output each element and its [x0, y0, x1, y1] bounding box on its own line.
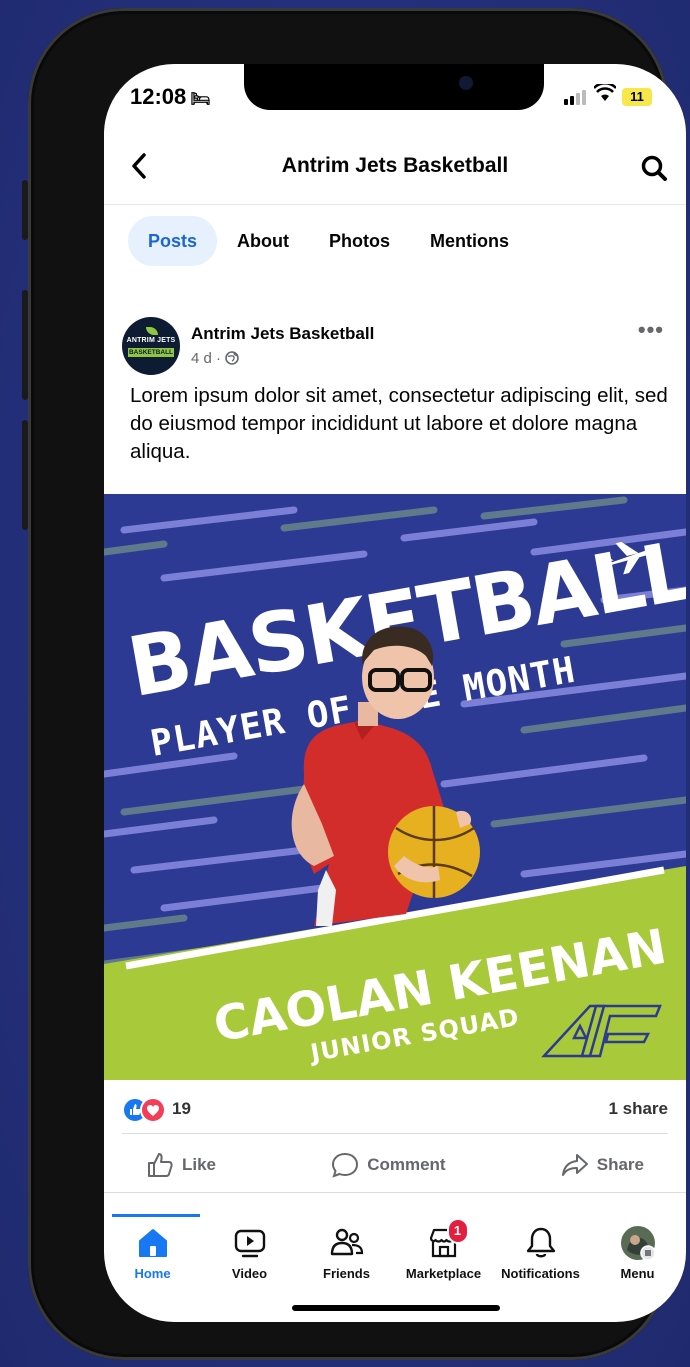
top-nav: Antrim Jets Basketball	[104, 128, 686, 205]
nav-marketplace[interactable]: 1 Marketplace	[396, 1216, 492, 1296]
bell-icon	[526, 1227, 555, 1258]
reaction-summary[interactable]: 19 1 share	[122, 1095, 668, 1123]
bed-icon: 🛏	[190, 91, 211, 108]
tab-posts[interactable]: Posts	[128, 216, 218, 266]
home-indicator	[292, 1305, 500, 1311]
post-age: 4 d ·	[191, 350, 226, 367]
comment-label: Comment	[367, 1155, 446, 1174]
tab-mentions[interactable]: Mentions	[410, 216, 529, 266]
nav-video[interactable]: Video	[202, 1216, 298, 1296]
nav-marketplace-label: Marketplace	[405, 1266, 482, 1281]
phone-screen: 12:08 🛏 11 Antrim Jets Basketball Posts A…	[104, 64, 686, 1322]
nav-home-label: Home	[134, 1266, 171, 1281]
post-image[interactable]: BASKETBALL PLAYER OF THE MONTH	[104, 494, 686, 1080]
nav-home[interactable]: Home	[105, 1216, 201, 1296]
share-count[interactable]: 1 share	[608, 1099, 668, 1119]
divider	[104, 1192, 686, 1193]
avatar-text-top: ANTRIM JETS	[126, 337, 176, 344]
nav-notifications[interactable]: Notifications	[493, 1216, 589, 1296]
page-tabs: Posts About Photos Mentions	[128, 216, 529, 266]
share-button[interactable]: Share	[537, 1140, 668, 1190]
nav-menu[interactable]: Menu	[590, 1216, 686, 1296]
nav-menu-label: Menu	[620, 1266, 655, 1281]
bottom-nav: Home Video Friends 1 Marketplace Notific…	[104, 1216, 686, 1296]
menu-avatar	[620, 1226, 656, 1261]
status-time: 12:08 🛏	[130, 84, 211, 110]
globe-icon	[225, 351, 239, 365]
profile-avatar-icon	[620, 1226, 656, 1261]
more-options-button[interactable]: •••	[638, 317, 664, 343]
post-header: ANTRIM JETS BASKETBALL Antrim Jets Baske…	[122, 317, 668, 377]
avatar[interactable]: ANTRIM JETS BASKETBALL	[122, 317, 180, 375]
nav-friends[interactable]: Friends	[299, 1216, 395, 1296]
signal-icon	[564, 90, 586, 105]
divider	[122, 1133, 668, 1134]
time-text: 12:08	[130, 84, 187, 109]
tab-photos[interactable]: Photos	[309, 216, 410, 266]
notification-badge: 1	[446, 1218, 469, 1244]
post-author[interactable]: Antrim Jets Basketball	[191, 324, 374, 344]
reaction-count: 19	[172, 1099, 191, 1118]
share-icon	[561, 1154, 588, 1176]
page-title: Antrim Jets Basketball	[281, 154, 509, 177]
marketplace-icon-wrap: 1	[427, 1218, 469, 1260]
love-reaction-icon	[140, 1097, 166, 1123]
tab-about[interactable]: About	[217, 216, 309, 266]
post-meta: 4 d ·	[191, 350, 239, 367]
avatar-text-bottom: BASKETBALL	[128, 348, 174, 357]
nav-video-label: Video	[231, 1266, 268, 1281]
nav-friends-label: Friends	[323, 1266, 370, 1281]
post-text: Lorem ipsum dolor sit amet, consectetur …	[130, 384, 668, 463]
notch	[244, 64, 544, 110]
nav-notifications-label: Notifications	[501, 1266, 580, 1281]
share-label: Share	[596, 1155, 644, 1174]
search-icon	[641, 155, 667, 181]
post-actions: Like Comment Share	[122, 1140, 668, 1190]
battery-icon: 11	[622, 88, 652, 106]
search-button[interactable]	[640, 154, 667, 181]
comment-button[interactable]: Comment	[307, 1140, 469, 1190]
comment-icon	[332, 1152, 359, 1178]
home-icon	[138, 1229, 167, 1257]
thumbs-up-icon	[148, 1153, 173, 1177]
like-button[interactable]: Like	[122, 1140, 240, 1190]
friends-icon	[330, 1228, 363, 1256]
wifi-icon	[593, 81, 617, 108]
phone-frame: 12:08 🛏 11 Antrim Jets Basketball Posts A…	[28, 8, 686, 1360]
video-icon	[234, 1229, 265, 1258]
logo-leaf	[146, 327, 158, 335]
like-label: Like	[182, 1155, 217, 1174]
